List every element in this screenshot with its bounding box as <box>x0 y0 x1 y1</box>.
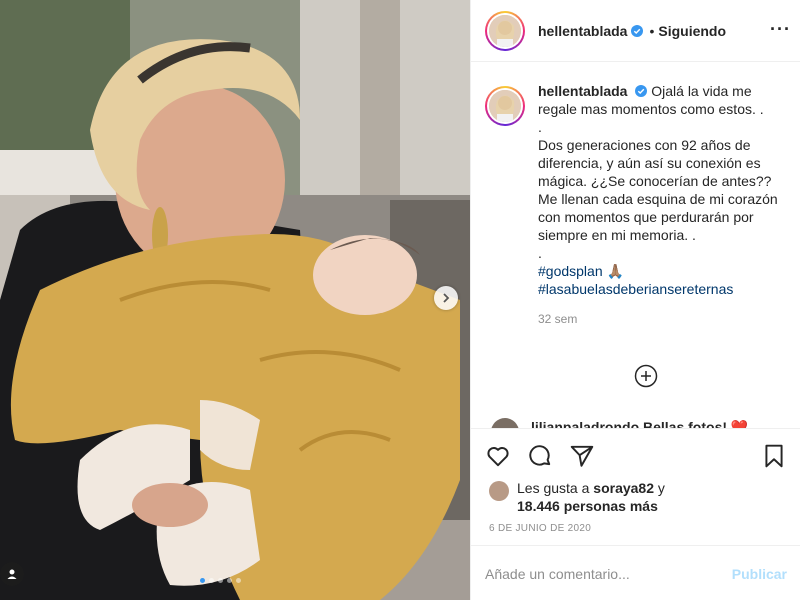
likes-count[interactable]: 18.446 personas más <box>517 498 658 514</box>
add-comment-form: Publicar <box>471 545 800 600</box>
post-photo[interactable] <box>0 0 470 600</box>
carousel-dot <box>227 578 232 583</box>
post-actions: Les gusta a soraya82 y 18.446 personas m… <box>471 428 800 600</box>
hashtag-link[interactable]: #lasabuelasdeberiansereternas <box>538 280 793 298</box>
verified-badge-icon <box>635 85 648 97</box>
action-icons <box>485 443 595 469</box>
caption-line: . <box>538 119 542 135</box>
chevron-right-icon <box>443 293 450 303</box>
carousel-dot <box>200 578 205 583</box>
likes-summary: Les gusta a soraya82 y 18.446 personas m… <box>489 479 665 515</box>
comment-text: lilianpaladrondo Bellas fotos! ❤️ <box>531 419 749 428</box>
post-date[interactable]: 6 DE JUNIO DE 2020 <box>489 523 591 534</box>
author-username[interactable]: hellentablada <box>538 23 627 39</box>
likes-prefix: Les gusta a <box>517 480 590 496</box>
bookmark-icon[interactable] <box>761 443 787 469</box>
following-button[interactable]: Siguiendo <box>658 23 726 39</box>
caption-line: . <box>538 245 542 261</box>
post-header: hellentablada • Siguiendo ··· <box>471 0 800 62</box>
comment-input[interactable] <box>485 565 732 582</box>
post-caption: hellentablada Ojalá la vida me regale ma… <box>485 82 795 328</box>
comment-preview: lilianpaladrondo Bellas fotos! ❤️ <box>491 418 748 428</box>
liker-avatar[interactable] <box>489 481 509 501</box>
verified-badge-icon <box>631 24 644 37</box>
hashtag-link[interactable]: #godsplan 🙏🏽 <box>538 262 793 280</box>
post-side-panel: hellentablada • Siguiendo ··· hellentabl… <box>470 0 800 600</box>
share-icon[interactable] <box>569 443 595 469</box>
liker-username[interactable]: soraya82 <box>593 480 654 496</box>
photo-scene <box>0 0 470 600</box>
heart-icon[interactable] <box>485 443 511 469</box>
more-options-button[interactable]: ··· <box>770 20 791 38</box>
likes-connector: y <box>657 480 665 496</box>
user-tag-icon <box>7 569 17 579</box>
caption-avatar[interactable] <box>485 86 525 126</box>
post-time: 32 sem <box>538 312 578 326</box>
add-circle-icon[interactable] <box>634 364 658 388</box>
comments-section: hellentablada Ojalá la vida me regale ma… <box>471 62 800 428</box>
likes-text: Les gusta a soraya82 y 18.446 personas m… <box>517 479 665 515</box>
publish-button[interactable]: Publicar <box>732 566 787 582</box>
author-avatar[interactable] <box>485 10 525 51</box>
next-slide-button[interactable] <box>434 286 458 310</box>
carousel-indicator <box>200 578 241 583</box>
caption-username[interactable]: hellentablada <box>538 83 627 99</box>
carousel-dot <box>209 578 214 583</box>
caption-line: Dos generaciones con 92 años de diferenc… <box>538 137 778 243</box>
user-tags-button[interactable] <box>0 562 24 586</box>
instagram-post: hellentablada • Siguiendo ··· hellentabl… <box>0 0 800 600</box>
commenter-avatar[interactable] <box>491 418 519 428</box>
carousel-dot <box>236 578 241 583</box>
comment-icon[interactable] <box>527 443 553 469</box>
header-separator: • <box>649 22 655 39</box>
caption-body: hellentablada Ojalá la vida me regale ma… <box>538 82 793 328</box>
carousel-dot <box>218 578 223 583</box>
